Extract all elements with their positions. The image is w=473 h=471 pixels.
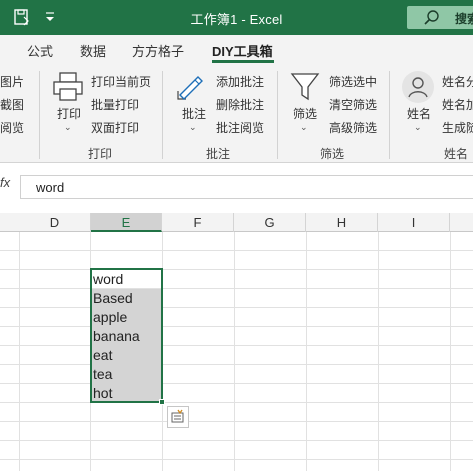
ribbon-item-preview[interactable]: 阅览 bbox=[0, 119, 24, 136]
grid-line bbox=[0, 421, 473, 422]
ribbon-item-picture[interactable]: 图片 bbox=[0, 73, 24, 90]
ribbon: 图片 截图 阅览 打印 ⌄ 打印当前页 批量打印 双面打印 打印 批注 ⌄ 添加… bbox=[0, 65, 473, 163]
name-split[interactable]: 姓名分 bbox=[442, 73, 473, 90]
active-tab-indicator bbox=[212, 60, 274, 63]
quick-analysis-icon bbox=[171, 409, 184, 423]
advanced-filter[interactable]: 高级筛选 bbox=[329, 119, 377, 136]
grid-line bbox=[0, 326, 473, 327]
group-label-print: 打印 bbox=[88, 147, 113, 161]
print-current-page[interactable]: 打印当前页 bbox=[91, 73, 151, 90]
column-header-i[interactable]: I bbox=[378, 213, 450, 232]
review-comment[interactable]: 批注阅览 bbox=[216, 119, 264, 136]
name-add[interactable]: 姓名加 bbox=[442, 96, 473, 113]
column-header-f[interactable]: F bbox=[162, 213, 234, 232]
grid-line bbox=[0, 250, 473, 251]
person-icon[interactable] bbox=[401, 70, 435, 104]
grid-line bbox=[0, 440, 473, 441]
search-box[interactable]: 搜索 bbox=[407, 6, 473, 29]
formula-content: word bbox=[36, 180, 65, 195]
column-header-g[interactable]: G bbox=[234, 213, 306, 232]
batch-print[interactable]: 批量打印 bbox=[91, 96, 139, 113]
grid-line bbox=[0, 364, 473, 365]
fill-handle[interactable] bbox=[159, 399, 165, 405]
title-bar: 工作簿1 - Excel 搜索 bbox=[0, 0, 473, 35]
comment-button[interactable]: 批注 bbox=[182, 105, 206, 122]
ribbon-separator bbox=[389, 71, 390, 159]
tab-data[interactable]: 数据 bbox=[80, 41, 106, 60]
chevron-down-icon[interactable]: ⌄ bbox=[189, 122, 197, 133]
tab-diy-toolbox[interactable]: DIY工具箱 bbox=[212, 41, 273, 60]
group-label-filter: 筛选 bbox=[320, 147, 345, 161]
delete-comment[interactable]: 删除批注 bbox=[216, 96, 264, 113]
filter-selected[interactable]: 筛选选中 bbox=[329, 73, 377, 90]
filter-button[interactable]: 筛选 bbox=[293, 105, 317, 122]
grid-line bbox=[234, 232, 235, 471]
ribbon-tabs: 公式 数据 方方格子 DIY工具箱 bbox=[0, 35, 473, 65]
group-label-comment: 批注 bbox=[206, 147, 231, 161]
ribbon-separator bbox=[277, 71, 278, 159]
chevron-down-icon[interactable]: ⌄ bbox=[64, 122, 72, 133]
formula-bar: fx word bbox=[0, 163, 473, 213]
grid-line bbox=[0, 288, 473, 289]
grid-line bbox=[0, 345, 473, 346]
tab-formulas[interactable]: 公式 bbox=[27, 41, 53, 60]
grid-line bbox=[19, 232, 20, 471]
print-button[interactable]: 打印 bbox=[57, 105, 81, 122]
grid-line bbox=[306, 232, 307, 471]
column-header-h[interactable]: H bbox=[306, 213, 378, 232]
grid-line bbox=[378, 232, 379, 471]
selection-border bbox=[90, 268, 163, 403]
grid-line bbox=[0, 383, 473, 384]
grid-line bbox=[450, 232, 451, 471]
search-icon bbox=[424, 10, 439, 25]
ribbon-item-screenshot[interactable]: 截图 bbox=[0, 96, 24, 113]
chevron-down-icon[interactable]: ⌄ bbox=[300, 122, 308, 133]
name-button[interactable]: 姓名 bbox=[407, 105, 431, 122]
formula-input[interactable]: word bbox=[21, 175, 473, 199]
name-generate[interactable]: 生成随 bbox=[442, 119, 473, 136]
grid-line bbox=[0, 269, 473, 270]
column-header-d[interactable]: D bbox=[19, 213, 91, 232]
grid-line bbox=[0, 459, 473, 460]
quick-analysis-button[interactable] bbox=[167, 406, 189, 428]
clear-filter[interactable]: 清空筛选 bbox=[329, 96, 377, 113]
ribbon-separator bbox=[162, 71, 163, 159]
search-label: 搜索 bbox=[455, 12, 473, 26]
chevron-down-icon[interactable]: ⌄ bbox=[414, 122, 422, 133]
group-label-name: 姓名 bbox=[444, 147, 469, 161]
duplex-print[interactable]: 双面打印 bbox=[91, 119, 139, 136]
column-header-e[interactable]: E bbox=[91, 213, 162, 232]
grid-line bbox=[0, 402, 473, 403]
add-comment[interactable]: 添加批注 bbox=[216, 73, 264, 90]
ribbon-separator bbox=[39, 71, 40, 159]
printer-icon[interactable] bbox=[51, 71, 85, 103]
grid-line bbox=[0, 307, 473, 308]
spreadsheet-grid[interactable]: D E F G H I word Based apple banana eat … bbox=[0, 213, 473, 471]
tab-fangfang[interactable]: 方方格子 bbox=[132, 41, 184, 60]
window-title: 工作簿1 - Excel bbox=[190, 12, 283, 27]
filter-icon[interactable] bbox=[289, 71, 321, 103]
fx-icon[interactable]: fx bbox=[0, 175, 20, 199]
comment-pencil-icon[interactable] bbox=[174, 69, 208, 103]
